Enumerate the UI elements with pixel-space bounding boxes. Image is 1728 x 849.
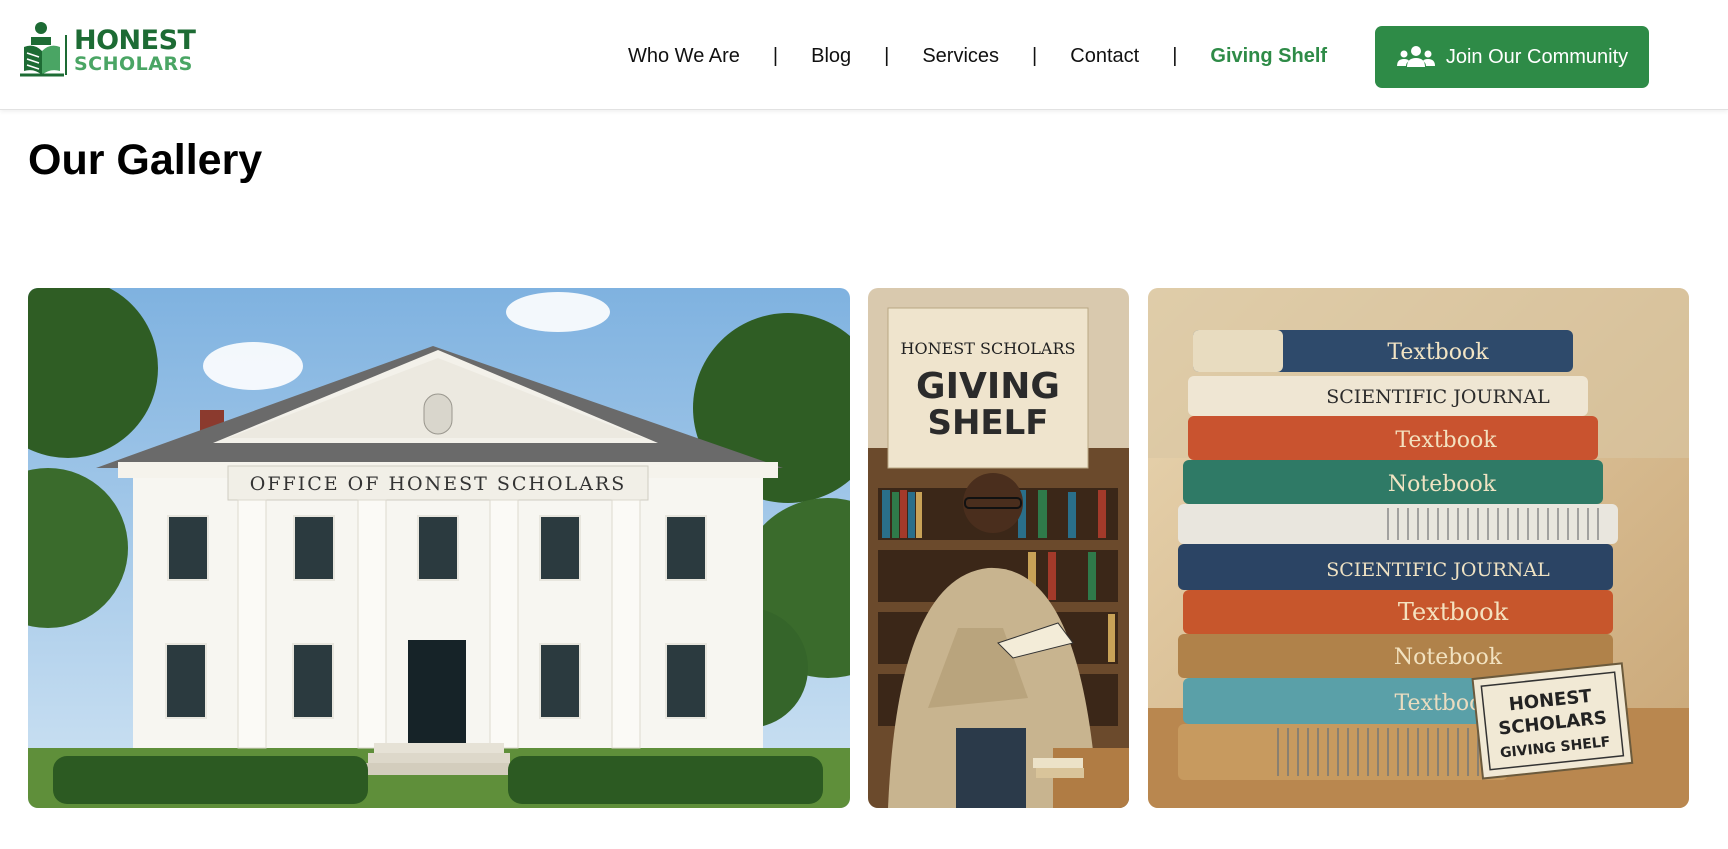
join-community-label: Join Our Community bbox=[1445, 45, 1629, 68]
logo-wordmark-scholars: SCHOLARS bbox=[74, 52, 193, 75]
spine-1: Textbook bbox=[1387, 340, 1489, 365]
nav-contact[interactable]: Contact bbox=[1070, 45, 1139, 68]
spine-9: Textboc bbox=[1395, 691, 1482, 716]
join-community-button[interactable]: Join Our Community bbox=[1375, 26, 1649, 88]
spine-7: Textbook bbox=[1398, 598, 1509, 626]
page-title: Our Gallery bbox=[28, 136, 263, 184]
banner-line3: SHELF bbox=[927, 403, 1048, 443]
nav-who-we-are[interactable]: Who We Are bbox=[628, 45, 740, 68]
logo-wordmark-honest: HONEST bbox=[74, 24, 196, 56]
spine-8: Notebook bbox=[1394, 645, 1503, 670]
site-header: HONEST SCHOLARS Who We Are | Blog | Serv… bbox=[0, 0, 1728, 110]
nav-separator: | bbox=[1032, 44, 1038, 67]
spine-3: Textbook bbox=[1395, 428, 1497, 453]
book-stack-photo[interactable]: Textbook SCIENTIFIC JOURNAL Textbook Not… bbox=[1148, 288, 1689, 808]
community-users-icon bbox=[1396, 46, 1435, 67]
banner-line2: GIVING bbox=[916, 366, 1060, 407]
book-stack-image: Textbook SCIENTIFIC JOURNAL Textbook Not… bbox=[1148, 288, 1689, 808]
scholar-book-icon bbox=[20, 22, 67, 77]
nav-services[interactable]: Services bbox=[922, 45, 999, 68]
office-building-photo[interactable]: OFFICE OF HONEST SCHOLARS bbox=[28, 288, 850, 808]
building-sign-text: OFFICE OF HONEST SCHOLARS bbox=[250, 473, 626, 495]
nav-blog[interactable]: Blog bbox=[811, 45, 851, 68]
nav-separator: | bbox=[884, 44, 890, 67]
main-nav: Who We Are | Blog | Services | Contact |… bbox=[628, 36, 1327, 76]
spine-4: Notebook bbox=[1388, 472, 1497, 497]
spine-6: SCIENTIFIC JOURNAL bbox=[1326, 559, 1550, 581]
giving-shelf-reader-image: HONEST SCHOLARS GIVING SHELF bbox=[868, 288, 1129, 808]
office-building-image: OFFICE OF HONEST SCHOLARS bbox=[28, 288, 850, 808]
nav-separator: | bbox=[1172, 44, 1178, 67]
banner-line1: HONEST SCHOLARS bbox=[901, 339, 1076, 358]
nav-giving-shelf[interactable]: Giving Shelf bbox=[1210, 45, 1327, 68]
spine-2: SCIENTIFIC JOURNAL bbox=[1326, 386, 1550, 408]
site-logo[interactable]: HONEST SCHOLARS bbox=[18, 20, 196, 80]
nav-separator: | bbox=[772, 44, 779, 67]
giving-shelf-reader-photo[interactable]: HONEST SCHOLARS GIVING SHELF bbox=[868, 288, 1129, 808]
